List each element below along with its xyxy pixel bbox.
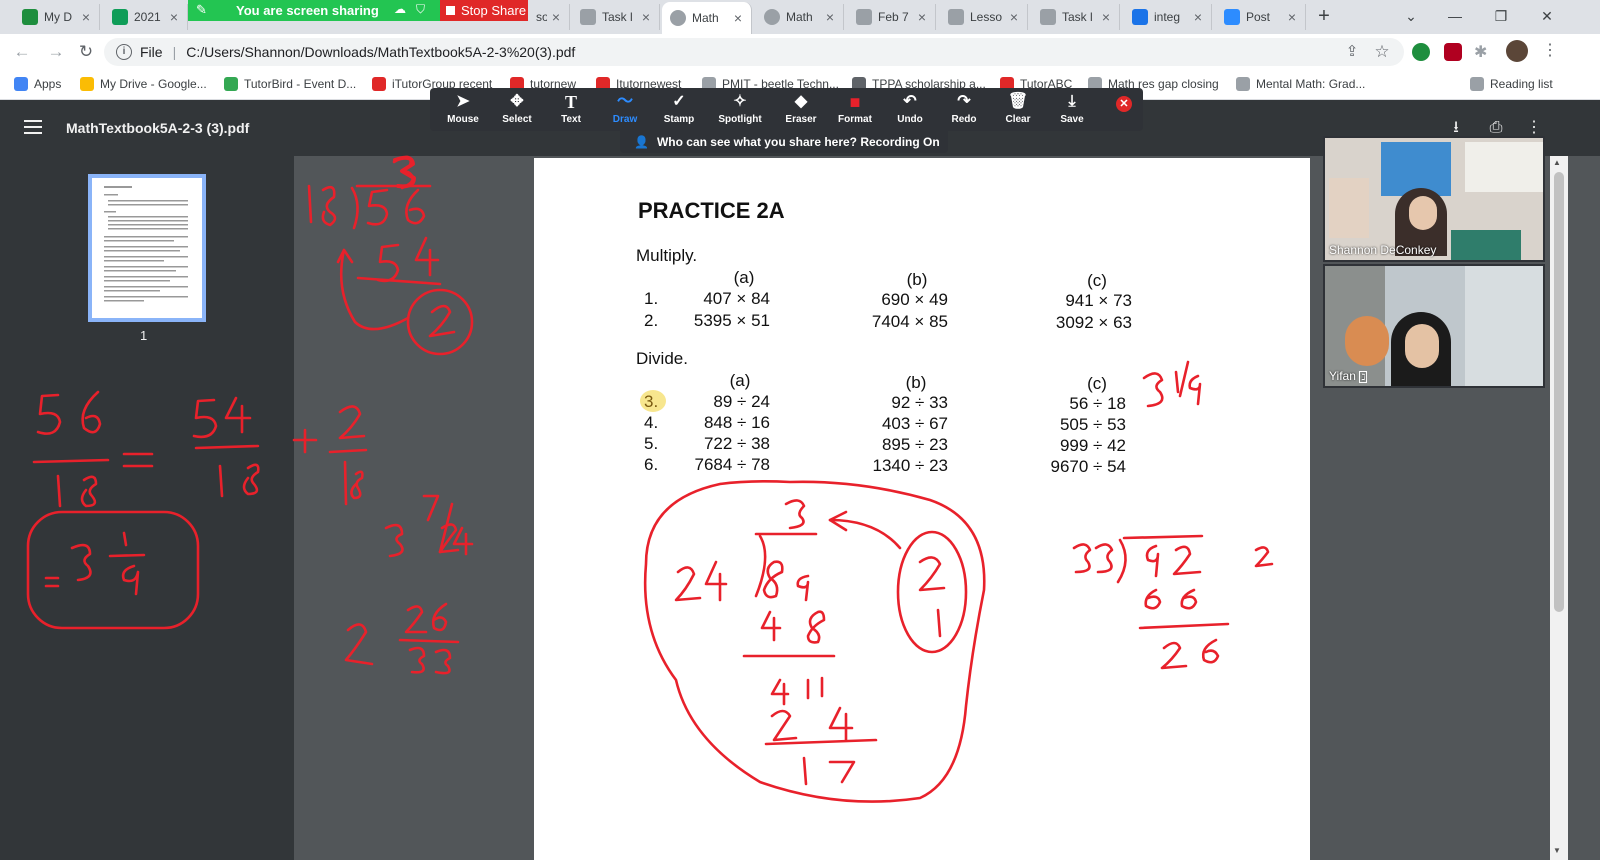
participant-name: Shannon DeConkey — [1329, 243, 1437, 257]
undo-icon: ↶ — [903, 93, 917, 110]
draw-icon: 〜 — [616, 93, 633, 110]
ink-fraction-equation — [26, 390, 368, 630]
text-icon: T — [564, 92, 577, 112]
colorful-poster — [1345, 316, 1389, 366]
draw-tool-button[interactable]: 〜 Draw — [598, 92, 652, 125]
redo-icon: ↷ — [957, 93, 971, 110]
close-annotation-icon[interactable]: ✕ — [1116, 96, 1132, 112]
spotlight-tool-button[interactable]: ✧ Spotlight — [713, 92, 767, 125]
participant-name: Yifan ℷ — [1329, 369, 1368, 383]
save-icon: ⤓ — [1068, 93, 1076, 110]
stamp-icon: ✓ — [672, 93, 686, 110]
undo-button[interactable]: ↶ Undo — [883, 92, 937, 125]
save-button[interactable]: ⤓ Save — [1045, 92, 1099, 125]
curtain — [1465, 266, 1543, 386]
wall-poster — [1329, 178, 1369, 238]
annotation-toolbar: ➤ Mouse ✥ Select T Text 〜 Draw ✓ Stamp ✧ Spotl… — [430, 88, 1143, 131]
video-panel-shannon[interactable]: Shannon DeConkey — [1323, 136, 1545, 262]
ink-long-division-56-by-18 — [307, 155, 474, 356]
ink-mixed-number-3-1-9 — [1142, 360, 1202, 408]
wall-poster — [1451, 230, 1521, 260]
person-face — [1405, 324, 1439, 368]
text-tool-button[interactable]: T Text — [544, 92, 598, 125]
trash-icon: 🗑 — [1007, 93, 1029, 110]
ink-long-division-89-by-24 — [643, 480, 986, 803]
video-panel-yifan[interactable]: Yifan ℷ — [1323, 264, 1545, 388]
clear-button[interactable]: 🗑 Clear — [991, 92, 1045, 125]
spotlight-icon: ✧ — [733, 93, 747, 110]
mouse-pointer-icon: ➤ — [456, 93, 470, 110]
recording-notice[interactable]: 👤 Who can see what you share here? Recor… — [620, 131, 948, 153]
ink-mixed-number-2-26-33 — [344, 602, 460, 675]
ink-long-division-92-by-33 — [1072, 534, 1274, 670]
person-face — [1409, 196, 1437, 230]
move-icon: ✥ — [510, 93, 524, 110]
redo-button[interactable]: ↷ Redo — [937, 92, 991, 125]
eraser-icon: ◆ — [794, 93, 808, 110]
people-icon: 👤 — [634, 135, 649, 149]
mouse-tool-button[interactable]: ➤ Mouse — [436, 92, 490, 125]
muted-badge-icon: ℷ — [1359, 371, 1368, 383]
format-icon: ■ — [849, 92, 861, 112]
select-tool-button[interactable]: ✥ Select — [490, 92, 544, 125]
format-tool-button[interactable]: ■ Format — [828, 92, 882, 125]
eraser-tool-button[interactable]: ◆ Eraser — [774, 92, 828, 125]
wall-poster — [1465, 142, 1543, 192]
stamp-tool-button[interactable]: ✓ Stamp — [652, 92, 706, 125]
ink-mixed-number-3-7-24 — [384, 494, 474, 558]
